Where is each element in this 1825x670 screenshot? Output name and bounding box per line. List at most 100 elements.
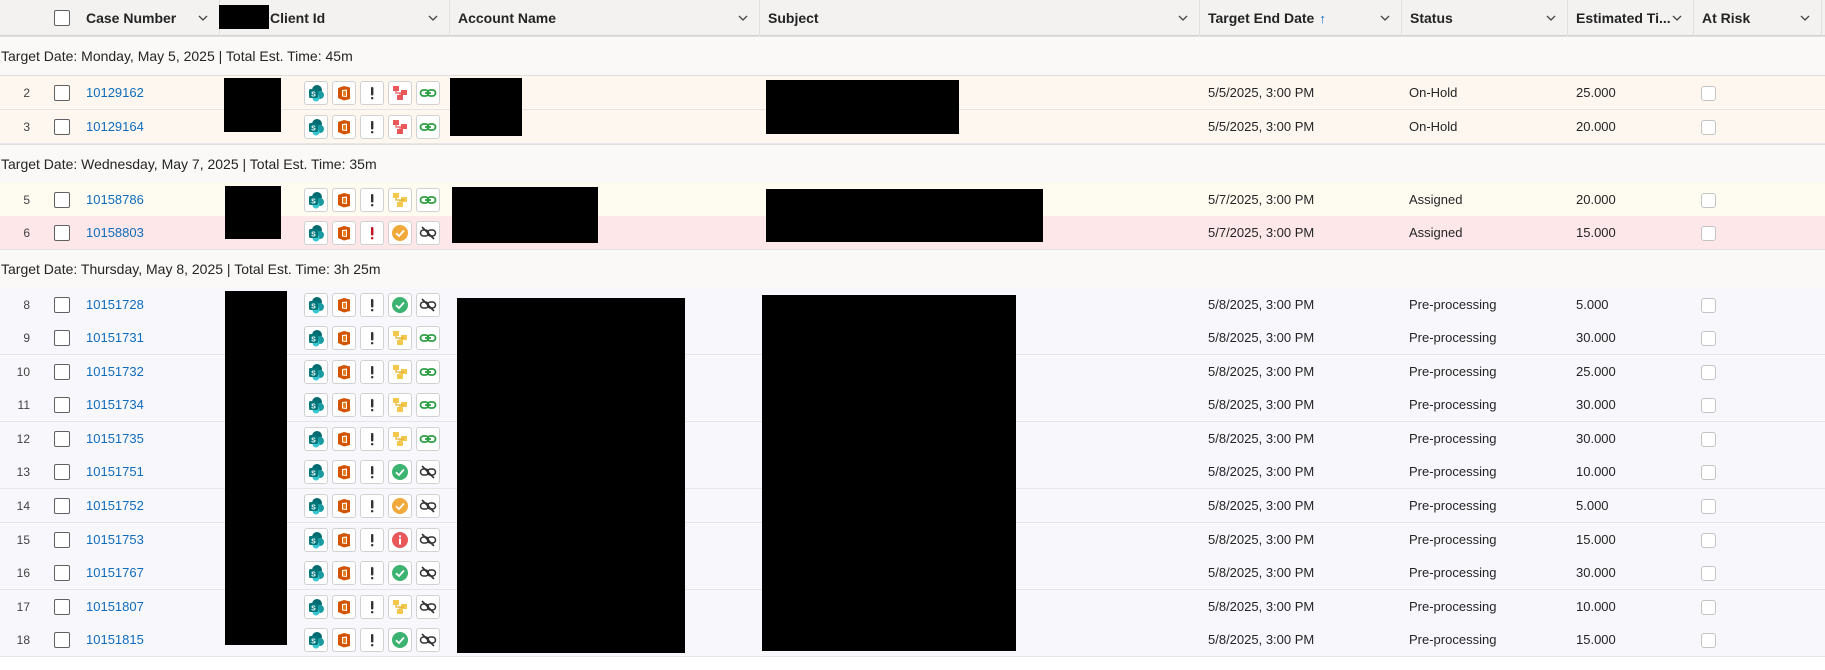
column-header-at-risk[interactable]: At Risk [1694,0,1822,36]
exclamation-icon[interactable] [360,115,384,139]
case-number-link[interactable]: 10151735 [86,431,144,446]
office-icon[interactable] [332,494,356,518]
row-select-checkbox[interactable] [54,330,70,346]
row-select-checkbox[interactable] [54,599,70,615]
exclamation-icon[interactable] [360,595,384,619]
link-green-icon[interactable] [416,81,440,105]
org-chart-yellow-icon[interactable] [388,360,412,384]
link-broken-icon[interactable] [416,628,440,652]
office-icon[interactable] [332,528,356,552]
office-icon[interactable] [332,628,356,652]
link-green-icon[interactable] [416,188,440,212]
link-broken-icon[interactable] [416,293,440,317]
link-broken-icon[interactable] [416,595,440,619]
sharepoint-icon[interactable]: S [304,494,328,518]
case-number-link[interactable]: 10151752 [86,498,144,513]
sharepoint-icon[interactable]: S [304,561,328,585]
check-green-icon[interactable] [388,293,412,317]
column-header-target-end-date[interactable]: Target End Date ↑ [1200,0,1402,36]
case-number-link[interactable]: 10151815 [86,632,144,647]
sharepoint-icon[interactable]: S [304,115,328,139]
exclamation-icon[interactable] [360,528,384,552]
group-header[interactable]: Target Date: Thursday, May 8, 2025 | Tot… [0,249,1825,289]
exclamation-icon[interactable] [360,326,384,350]
sharepoint-icon[interactable]: S [304,528,328,552]
case-number-link[interactable]: 10151753 [86,532,144,547]
sharepoint-icon[interactable]: S [304,221,328,245]
sharepoint-icon[interactable]: S [304,293,328,317]
exclamation-icon[interactable] [360,460,384,484]
row-select-checkbox[interactable] [54,192,70,208]
sharepoint-icon[interactable]: S [304,595,328,619]
exclamation-icon[interactable] [360,188,384,212]
chevron-down-icon[interactable] [427,12,439,24]
case-number-link[interactable]: 10129164 [86,119,144,134]
case-number-link[interactable]: 10151751 [86,464,144,479]
chevron-down-icon[interactable] [1799,12,1811,24]
row-select-checkbox[interactable] [54,498,70,514]
check-orange-icon[interactable] [388,221,412,245]
case-number-link[interactable]: 10151807 [86,599,144,614]
column-header-estimated-time[interactable]: Estimated Ti... [1568,0,1694,36]
case-number-link[interactable]: 10158786 [86,192,144,207]
at-risk-checkbox[interactable] [1701,600,1716,615]
link-broken-icon[interactable] [416,221,440,245]
at-risk-checkbox[interactable] [1701,365,1716,380]
link-green-icon[interactable] [416,393,440,417]
column-header-status[interactable]: Status [1402,0,1568,36]
check-orange-icon[interactable] [388,494,412,518]
chevron-down-icon[interactable] [737,12,749,24]
row-select-checkbox[interactable] [54,119,70,135]
exclamation-icon[interactable] [360,293,384,317]
chevron-down-icon[interactable] [197,12,209,24]
at-risk-checkbox[interactable] [1701,331,1716,346]
at-risk-checkbox[interactable] [1701,499,1716,514]
column-header-subject[interactable]: Subject [760,0,1200,36]
office-icon[interactable] [332,460,356,484]
office-icon[interactable] [332,115,356,139]
exclamation-icon[interactable] [360,494,384,518]
exclamation-icon[interactable] [360,628,384,652]
office-icon[interactable] [332,326,356,350]
exclamation-icon[interactable] [360,393,384,417]
sharepoint-icon[interactable]: S [304,460,328,484]
office-icon[interactable] [332,293,356,317]
link-broken-icon[interactable] [416,494,440,518]
sharepoint-icon[interactable]: S [304,628,328,652]
org-chart-yellow-icon[interactable] [388,188,412,212]
row-select-checkbox[interactable] [54,85,70,101]
exclamation-red-icon[interactable] [360,221,384,245]
office-icon[interactable] [332,360,356,384]
case-number-link[interactable]: 10158803 [86,225,144,240]
at-risk-checkbox[interactable] [1701,120,1716,135]
case-number-link[interactable]: 10151728 [86,297,144,312]
office-icon[interactable] [332,221,356,245]
group-header[interactable]: Target Date: Monday, May 5, 2025 | Total… [0,36,1825,76]
link-green-icon[interactable] [416,326,440,350]
at-risk-checkbox[interactable] [1701,432,1716,447]
at-risk-checkbox[interactable] [1701,298,1716,313]
org-chart-yellow-icon[interactable] [388,393,412,417]
row-select-checkbox[interactable] [54,225,70,241]
at-risk-checkbox[interactable] [1701,633,1716,648]
sharepoint-icon[interactable]: S [304,427,328,451]
sharepoint-icon[interactable]: S [304,360,328,384]
chevron-down-icon[interactable] [1671,12,1683,24]
sharepoint-icon[interactable]: S [304,326,328,350]
case-number-link[interactable]: 10151734 [86,397,144,412]
office-icon[interactable] [332,81,356,105]
check-green-icon[interactable] [388,561,412,585]
sharepoint-icon[interactable]: S [304,393,328,417]
column-header-client-id[interactable]: Client Id [262,0,450,36]
check-green-icon[interactable] [388,628,412,652]
case-number-link[interactable]: 10151732 [86,364,144,379]
sharepoint-icon[interactable]: S [304,188,328,212]
link-broken-icon[interactable] [416,460,440,484]
exclamation-icon[interactable] [360,427,384,451]
chevron-down-icon[interactable] [1177,12,1189,24]
office-icon[interactable] [332,561,356,585]
office-icon[interactable] [332,427,356,451]
case-number-link[interactable]: 10129162 [86,85,144,100]
column-header-account-name[interactable]: Account Name [450,0,760,36]
exclamation-icon[interactable] [360,360,384,384]
